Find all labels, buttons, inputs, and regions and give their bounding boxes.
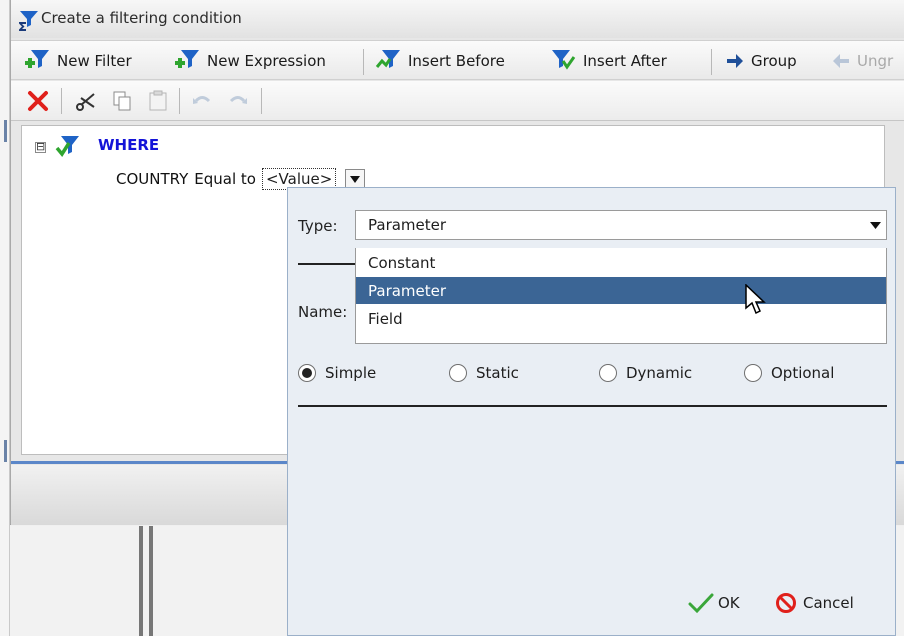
type-label: Type: — [298, 217, 338, 235]
ok-label: OK — [718, 594, 740, 612]
delete-icon — [28, 91, 48, 111]
filter-check-icon — [55, 136, 79, 157]
section-divider — [298, 263, 356, 265]
paste-icon — [149, 90, 167, 111]
type-dropdown-arrow[interactable] — [864, 211, 886, 239]
undo-icon — [193, 96, 211, 104]
radio-static-label: Static — [476, 364, 519, 382]
value-popup: Type: Parameter Name: Constant Parameter… — [287, 187, 896, 636]
insert-before-icon — [375, 50, 400, 68]
paste-button[interactable] — [145, 88, 171, 114]
new-filter-icon — [25, 50, 49, 68]
condition-field: COUNTRY — [116, 170, 189, 188]
splitter-bar — [139, 526, 143, 636]
ungroup-label: Ungr — [857, 52, 894, 70]
radio-dynamic-label: Dynamic — [626, 364, 693, 382]
sigma-filter-icon — [19, 11, 38, 31]
new-expression-icon — [175, 50, 199, 68]
option-parameter[interactable]: Parameter — [356, 277, 886, 304]
copy-icon — [113, 91, 131, 111]
radio-optional[interactable]: Optional — [744, 364, 834, 382]
new-filter-button[interactable]: New Filter — [23, 47, 132, 75]
edge-notch — [4, 440, 7, 462]
section-divider — [298, 405, 887, 407]
cancel-label: Cancel — [803, 594, 854, 612]
cancel-icon — [776, 593, 796, 613]
ok-button[interactable]: OK — [688, 592, 740, 614]
new-expression-button[interactable]: New Expression — [173, 47, 326, 75]
cut-icon — [76, 93, 95, 111]
arrow-left-icon — [833, 54, 849, 68]
group-label: Group — [751, 52, 797, 70]
group-button[interactable]: Group — [725, 47, 797, 75]
copy-button[interactable] — [109, 88, 135, 114]
type-options-list: Constant Parameter Field — [355, 248, 887, 344]
new-expression-label: New Expression — [207, 52, 326, 70]
collapse-toggle[interactable]: ⊟ — [35, 141, 46, 153]
radio-button[interactable] — [744, 364, 762, 382]
redo-icon — [229, 96, 247, 104]
redo-button[interactable] — [225, 88, 251, 114]
dialog-title: Create a filtering condition — [41, 9, 242, 27]
radio-simple[interactable]: Simple — [298, 364, 376, 382]
chevron-down-icon — [869, 221, 881, 229]
chevron-down-icon — [350, 175, 361, 183]
title-bar: Create a filtering condition — [11, 0, 904, 38]
filter-toolbar: New Filter New Expression Insert Before — [11, 40, 904, 80]
radio-button[interactable] — [298, 364, 316, 382]
delete-button[interactable] — [25, 88, 51, 114]
radio-optional-label: Optional — [771, 364, 835, 382]
toolbar-divider — [711, 49, 712, 75]
insert-after-icon — [552, 50, 576, 70]
edge-notch — [4, 120, 7, 142]
cancel-button[interactable]: Cancel — [775, 592, 854, 614]
parameter-kind-group: Simple Static Dynamic Optional — [298, 364, 888, 388]
splitter-bar — [149, 526, 153, 636]
arrow-right-icon — [727, 54, 743, 68]
name-label: Name: — [298, 303, 348, 321]
toolbar-divider — [179, 88, 180, 114]
app-root: Create a filtering condition New Filter … — [0, 0, 904, 636]
radio-simple-label: Simple — [325, 364, 377, 382]
option-constant[interactable]: Constant — [356, 249, 886, 276]
radio-button[interactable] — [449, 364, 467, 382]
background-window-edge — [0, 0, 10, 636]
condition-operator[interactable]: Equal to — [194, 170, 256, 188]
toolbar-divider — [61, 88, 62, 114]
insert-after-button[interactable]: Insert After — [549, 47, 667, 75]
where-clause[interactable]: WHERE — [98, 136, 159, 154]
new-filter-label: New Filter — [57, 52, 132, 70]
edit-toolbar — [11, 81, 904, 121]
type-selected-value: Parameter — [368, 216, 447, 234]
mouse-cursor-icon — [745, 284, 766, 315]
insert-before-button[interactable]: Insert Before — [374, 47, 505, 75]
radio-dynamic[interactable]: Dynamic — [599, 364, 692, 382]
type-select[interactable]: Parameter — [355, 210, 887, 240]
splitter-handle[interactable] — [135, 526, 165, 636]
radio-button[interactable] — [599, 364, 617, 382]
toolbar-divider — [261, 88, 262, 114]
toolbar-divider — [363, 49, 364, 75]
option-field[interactable]: Field — [356, 305, 886, 332]
radio-static[interactable]: Static — [449, 364, 519, 382]
insert-after-label: Insert After — [583, 52, 667, 70]
insert-before-label: Insert Before — [408, 52, 505, 70]
checkmark-icon — [688, 593, 714, 614]
cut-button[interactable] — [73, 88, 99, 114]
undo-button[interactable] — [189, 88, 215, 114]
ungroup-button[interactable]: Ungr — [831, 47, 893, 75]
value-dropdown-button[interactable] — [345, 169, 366, 189]
